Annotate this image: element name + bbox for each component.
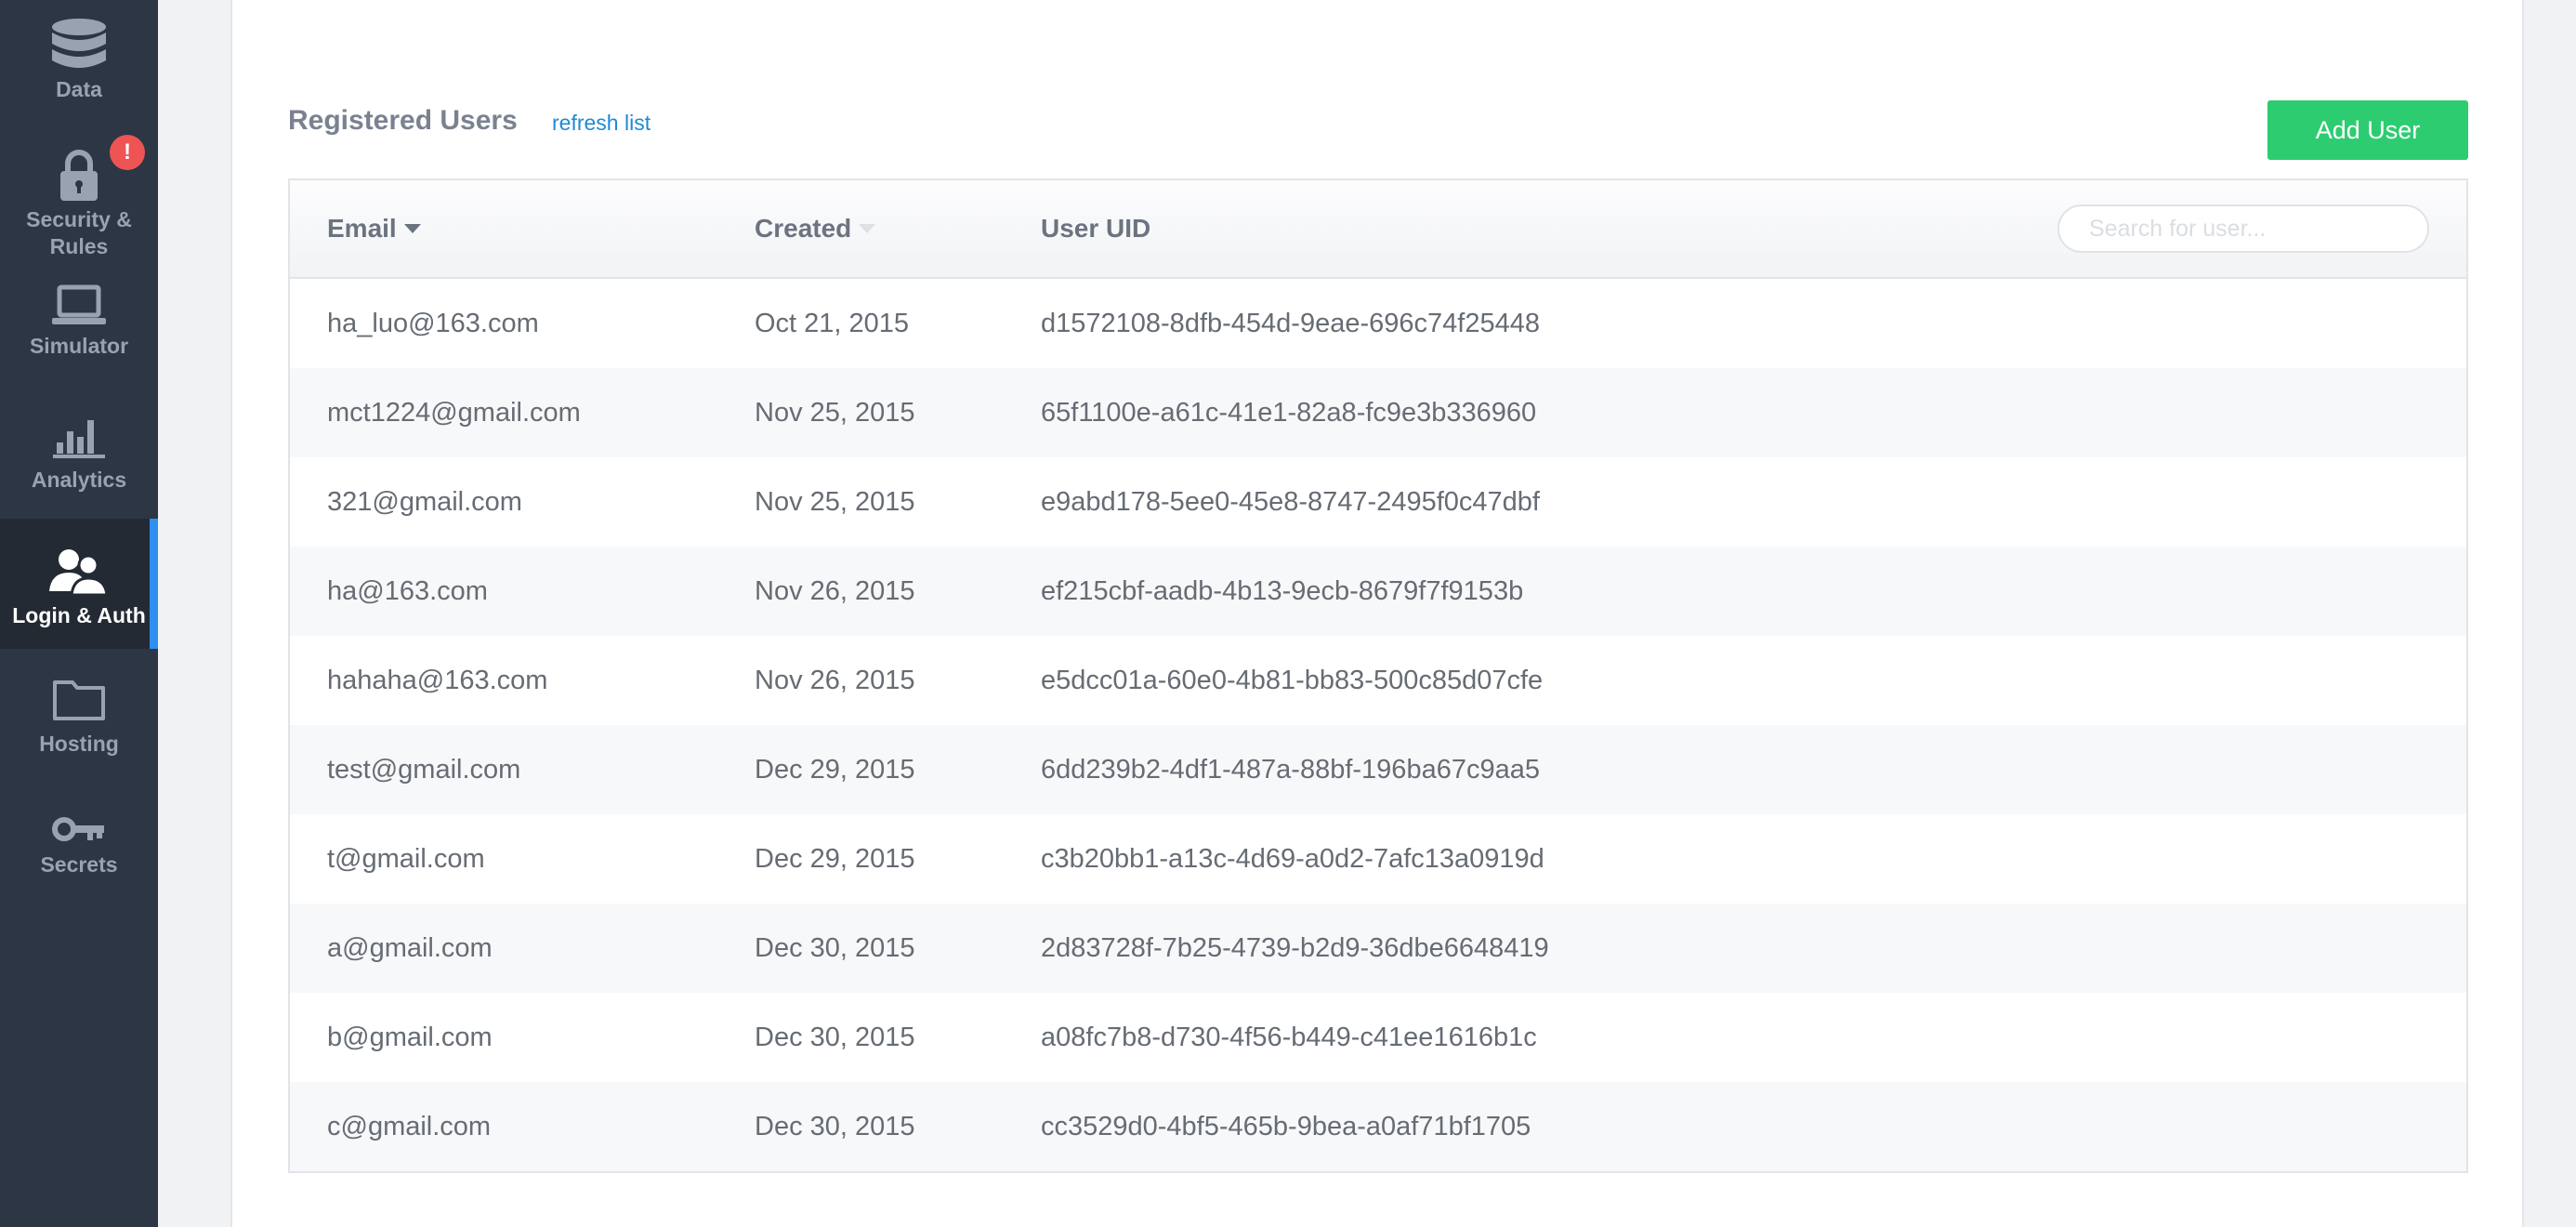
uid-cell: 65f1100e-a61c-41e1-82a8-fc9e3b336960 xyxy=(1041,398,1537,428)
uid-cell: e5dcc01a-60e0-4b81-bb83-500c85d07cfe xyxy=(1041,666,1544,695)
users-table: Email Created User UID ha_luo@163.com Oc… xyxy=(288,178,2468,1173)
folder-icon xyxy=(53,680,105,720)
sidebar-item-label: Analytics xyxy=(31,468,127,492)
email-cell: c@gmail.com xyxy=(327,1112,492,1141)
uid-cell: 2d83728f-7b25-4739-b2d9-36dbe6648419 xyxy=(1041,933,1549,963)
sidebar-item-label: Secrets xyxy=(40,852,118,877)
table-body: ha_luo@163.com Oct 21, 2015 d1572108-8df… xyxy=(290,279,2466,1171)
uid-cell: ef215cbf-aadb-4b13-9ecb-8679f7f9153b xyxy=(1041,576,1524,606)
column-header-created[interactable]: Created xyxy=(755,180,876,277)
sidebar-item-simulator[interactable]: Simulator xyxy=(0,284,158,377)
email-cell: a@gmail.com xyxy=(327,933,493,963)
sidebar: Data Security & Rules ! Simulator Analyt… xyxy=(0,0,158,1227)
alert-badge: ! xyxy=(110,135,145,170)
email-cell: b@gmail.com xyxy=(327,1022,493,1052)
sidebar-item-label: Hosting xyxy=(39,732,119,756)
email-cell: t@gmail.com xyxy=(327,844,485,874)
table-row[interactable]: ha_luo@163.com Oct 21, 2015 d1572108-8df… xyxy=(290,279,2466,368)
uid-cell: d1572108-8dfb-454d-9eae-696c74f25448 xyxy=(1041,309,1540,338)
add-user-button[interactable]: Add User xyxy=(2267,100,2468,160)
email-cell: ha_luo@163.com xyxy=(327,309,539,338)
sidebar-item-hosting[interactable]: Hosting xyxy=(0,677,158,770)
created-cell: Nov 25, 2015 xyxy=(755,398,915,428)
database-icon xyxy=(52,19,106,68)
table-row[interactable]: t@gmail.com Dec 29, 2015 c3b20bb1-a13c-4… xyxy=(290,814,2466,904)
email-cell: ha@163.com xyxy=(327,576,488,606)
created-cell: Dec 30, 2015 xyxy=(755,1022,915,1052)
table-row[interactable]: b@gmail.com Dec 30, 2015 a08fc7b8-d730-4… xyxy=(290,993,2466,1082)
created-cell: Dec 30, 2015 xyxy=(755,1112,915,1141)
sidebar-item-data[interactable]: Data xyxy=(0,17,158,119)
sidebar-item-label: Data xyxy=(56,77,102,101)
sort-inactive-icon xyxy=(859,223,876,233)
bar-chart-icon xyxy=(53,420,105,458)
sort-desc-icon xyxy=(403,223,421,233)
column-header-label: User UID xyxy=(1041,214,1151,243)
created-cell: Dec 30, 2015 xyxy=(755,933,915,963)
table-row[interactable]: a@gmail.com Dec 30, 2015 2d83728f-7b25-4… xyxy=(290,904,2466,993)
column-header-label: Created xyxy=(755,214,852,243)
email-cell: 321@gmail.com xyxy=(327,487,522,517)
table-row[interactable]: 321@gmail.com Nov 25, 2015 e9abd178-5ee0… xyxy=(290,457,2466,547)
table-row[interactable]: hahaha@163.com Nov 26, 2015 e5dcc01a-60e… xyxy=(290,636,2466,725)
column-header-uid: User UID xyxy=(1041,180,1150,277)
created-cell: Nov 25, 2015 xyxy=(755,487,915,517)
created-cell: Dec 29, 2015 xyxy=(755,755,915,785)
sidebar-item-label: Security & Rules xyxy=(26,207,132,258)
page-title: Registered Users xyxy=(288,105,518,136)
table-row[interactable]: c@gmail.com Dec 30, 2015 cc3529d0-4bf5-4… xyxy=(290,1082,2466,1171)
email-cell: hahaha@163.com xyxy=(327,666,548,695)
table-header: Email Created User UID xyxy=(290,180,2466,279)
users-icon xyxy=(49,549,109,595)
lock-icon xyxy=(60,150,98,201)
sidebar-item-login-auth[interactable]: Login & Auth xyxy=(0,519,158,649)
laptop-icon xyxy=(52,284,106,324)
key-icon xyxy=(52,817,104,841)
sidebar-item-analytics[interactable]: Analytics xyxy=(0,415,158,508)
uid-cell: c3b20bb1-a13c-4d69-a0d2-7afc13a0919d xyxy=(1041,844,1544,874)
search-user-input[interactable] xyxy=(2057,204,2429,253)
table-row[interactable]: ha@163.com Nov 26, 2015 ef215cbf-aadb-4b… xyxy=(290,547,2466,636)
active-indicator xyxy=(150,519,158,649)
sidebar-item-label: Login & Auth xyxy=(12,603,146,627)
created-cell: Dec 29, 2015 xyxy=(755,844,915,874)
created-cell: Oct 21, 2015 xyxy=(755,309,910,338)
uid-cell: e9abd178-5ee0-45e8-8747-2495f0c47dbf xyxy=(1041,487,1540,517)
table-row[interactable]: test@gmail.com Dec 29, 2015 6dd239b2-4df… xyxy=(290,725,2466,814)
uid-cell: 6dd239b2-4df1-487a-88bf-196ba67c9aa5 xyxy=(1041,755,1540,785)
column-header-email[interactable]: Email xyxy=(327,180,421,277)
table-row[interactable]: mct1224@gmail.com Nov 25, 2015 65f1100e-… xyxy=(290,368,2466,457)
sidebar-item-label: Simulator xyxy=(29,334,129,358)
sidebar-item-secrets[interactable]: Secrets xyxy=(0,814,158,898)
uid-cell: cc3529d0-4bf5-465b-9bea-a0af71bf1705 xyxy=(1041,1112,1531,1141)
created-cell: Nov 26, 2015 xyxy=(755,666,915,695)
email-cell: test@gmail.com xyxy=(327,755,521,785)
refresh-list-link[interactable]: refresh list xyxy=(552,109,651,137)
email-cell: mct1224@gmail.com xyxy=(327,398,581,428)
created-cell: Nov 26, 2015 xyxy=(755,576,915,606)
uid-cell: a08fc7b8-d730-4f56-b449-c41ee1616b1c xyxy=(1041,1022,1537,1052)
column-header-label: Email xyxy=(327,214,397,243)
